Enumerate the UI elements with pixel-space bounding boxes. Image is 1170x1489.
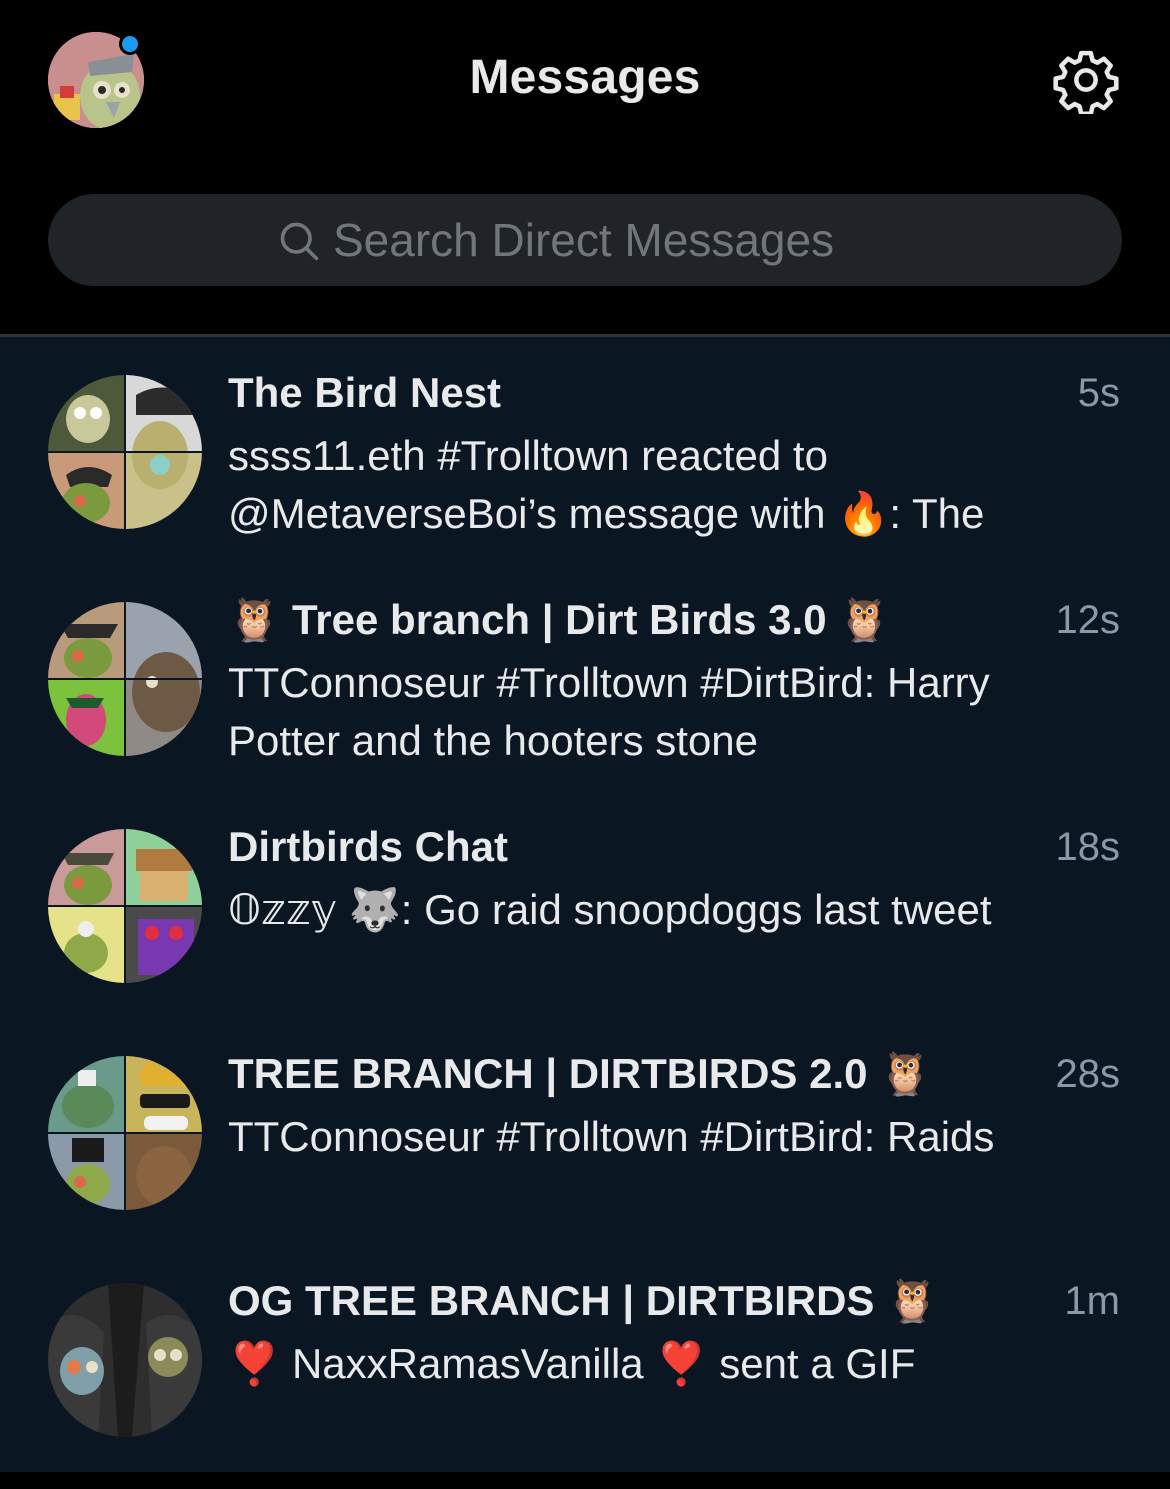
conversation-time: 28s: [1055, 1052, 1121, 1096]
conversation-preview: TTConnoseur #Trolltown #DirtBird: Harry …: [228, 659, 990, 764]
group-avatar: [48, 375, 202, 529]
group-avatar: [48, 829, 202, 983]
conversation-row[interactable]: OG TREE BRANCH | DIRTBIRDS 🦉 1m ❣️ NaxxR…: [0, 1245, 1170, 1471]
top-header: Messages: [0, 0, 1170, 335]
conversation-preview: TTConnoseur #Trolltown #DirtBird: Raids: [228, 1113, 995, 1160]
search-bar[interactable]: [48, 194, 1122, 286]
conversation-time: 12s: [1055, 598, 1121, 642]
conversation-name: 🦉 Tree branch | Dirt Birds 3.0 🦉: [228, 596, 891, 643]
conversation-name: OG TREE BRANCH | DIRTBIRDS 🦉: [228, 1277, 939, 1324]
conversation-preview: 𝕆𝕫𝕫𝕪 🐺: Go raid snoopdoggs last tweet: [228, 886, 992, 933]
conversation-row[interactable]: The Bird Nest 5s ssss11.eth #Trolltown r…: [0, 337, 1170, 563]
conversation-row[interactable]: TREE BRANCH | DIRTBIRDS 2.0 🦉 28s TTConn…: [0, 1018, 1170, 1244]
conversation-time: 18s: [1055, 825, 1121, 869]
search-icon: [280, 222, 319, 261]
group-avatar: [48, 1283, 202, 1437]
conversation-time: 1m: [1064, 1279, 1120, 1323]
group-avatar: [48, 602, 202, 756]
page-title: Messages: [469, 51, 701, 104]
conversation-time: 5s: [1077, 371, 1120, 415]
conversation-name: TREE BRANCH | DIRTBIRDS 2.0 🦉: [228, 1050, 932, 1097]
conversation-name: The Bird Nest: [228, 369, 502, 416]
conversation-name: Dirtbirds Chat: [228, 823, 509, 870]
gear-icon[interactable]: [1052, 46, 1120, 116]
conversation-row[interactable]: 🦉 Tree branch | Dirt Birds 3.0 🦉 12s TTC…: [0, 564, 1170, 790]
group-avatar: [48, 1056, 202, 1210]
conversation-row[interactable]: Dirtbirds Chat 18s 𝕆𝕫𝕫𝕪 🐺: Go raid snoop…: [0, 791, 1170, 1017]
bottom-edge: [0, 1472, 1170, 1489]
conversation-list: The Bird Nest 5s ssss11.eth #Trolltown r…: [0, 337, 1170, 1472]
conversation-preview: ssss11.eth #Trolltown reacted to @Metave…: [228, 432, 985, 537]
search-input[interactable]: [333, 213, 893, 267]
conversation-preview: ❣️ NaxxRamasVanilla ❣️ sent a GIF: [228, 1340, 916, 1387]
